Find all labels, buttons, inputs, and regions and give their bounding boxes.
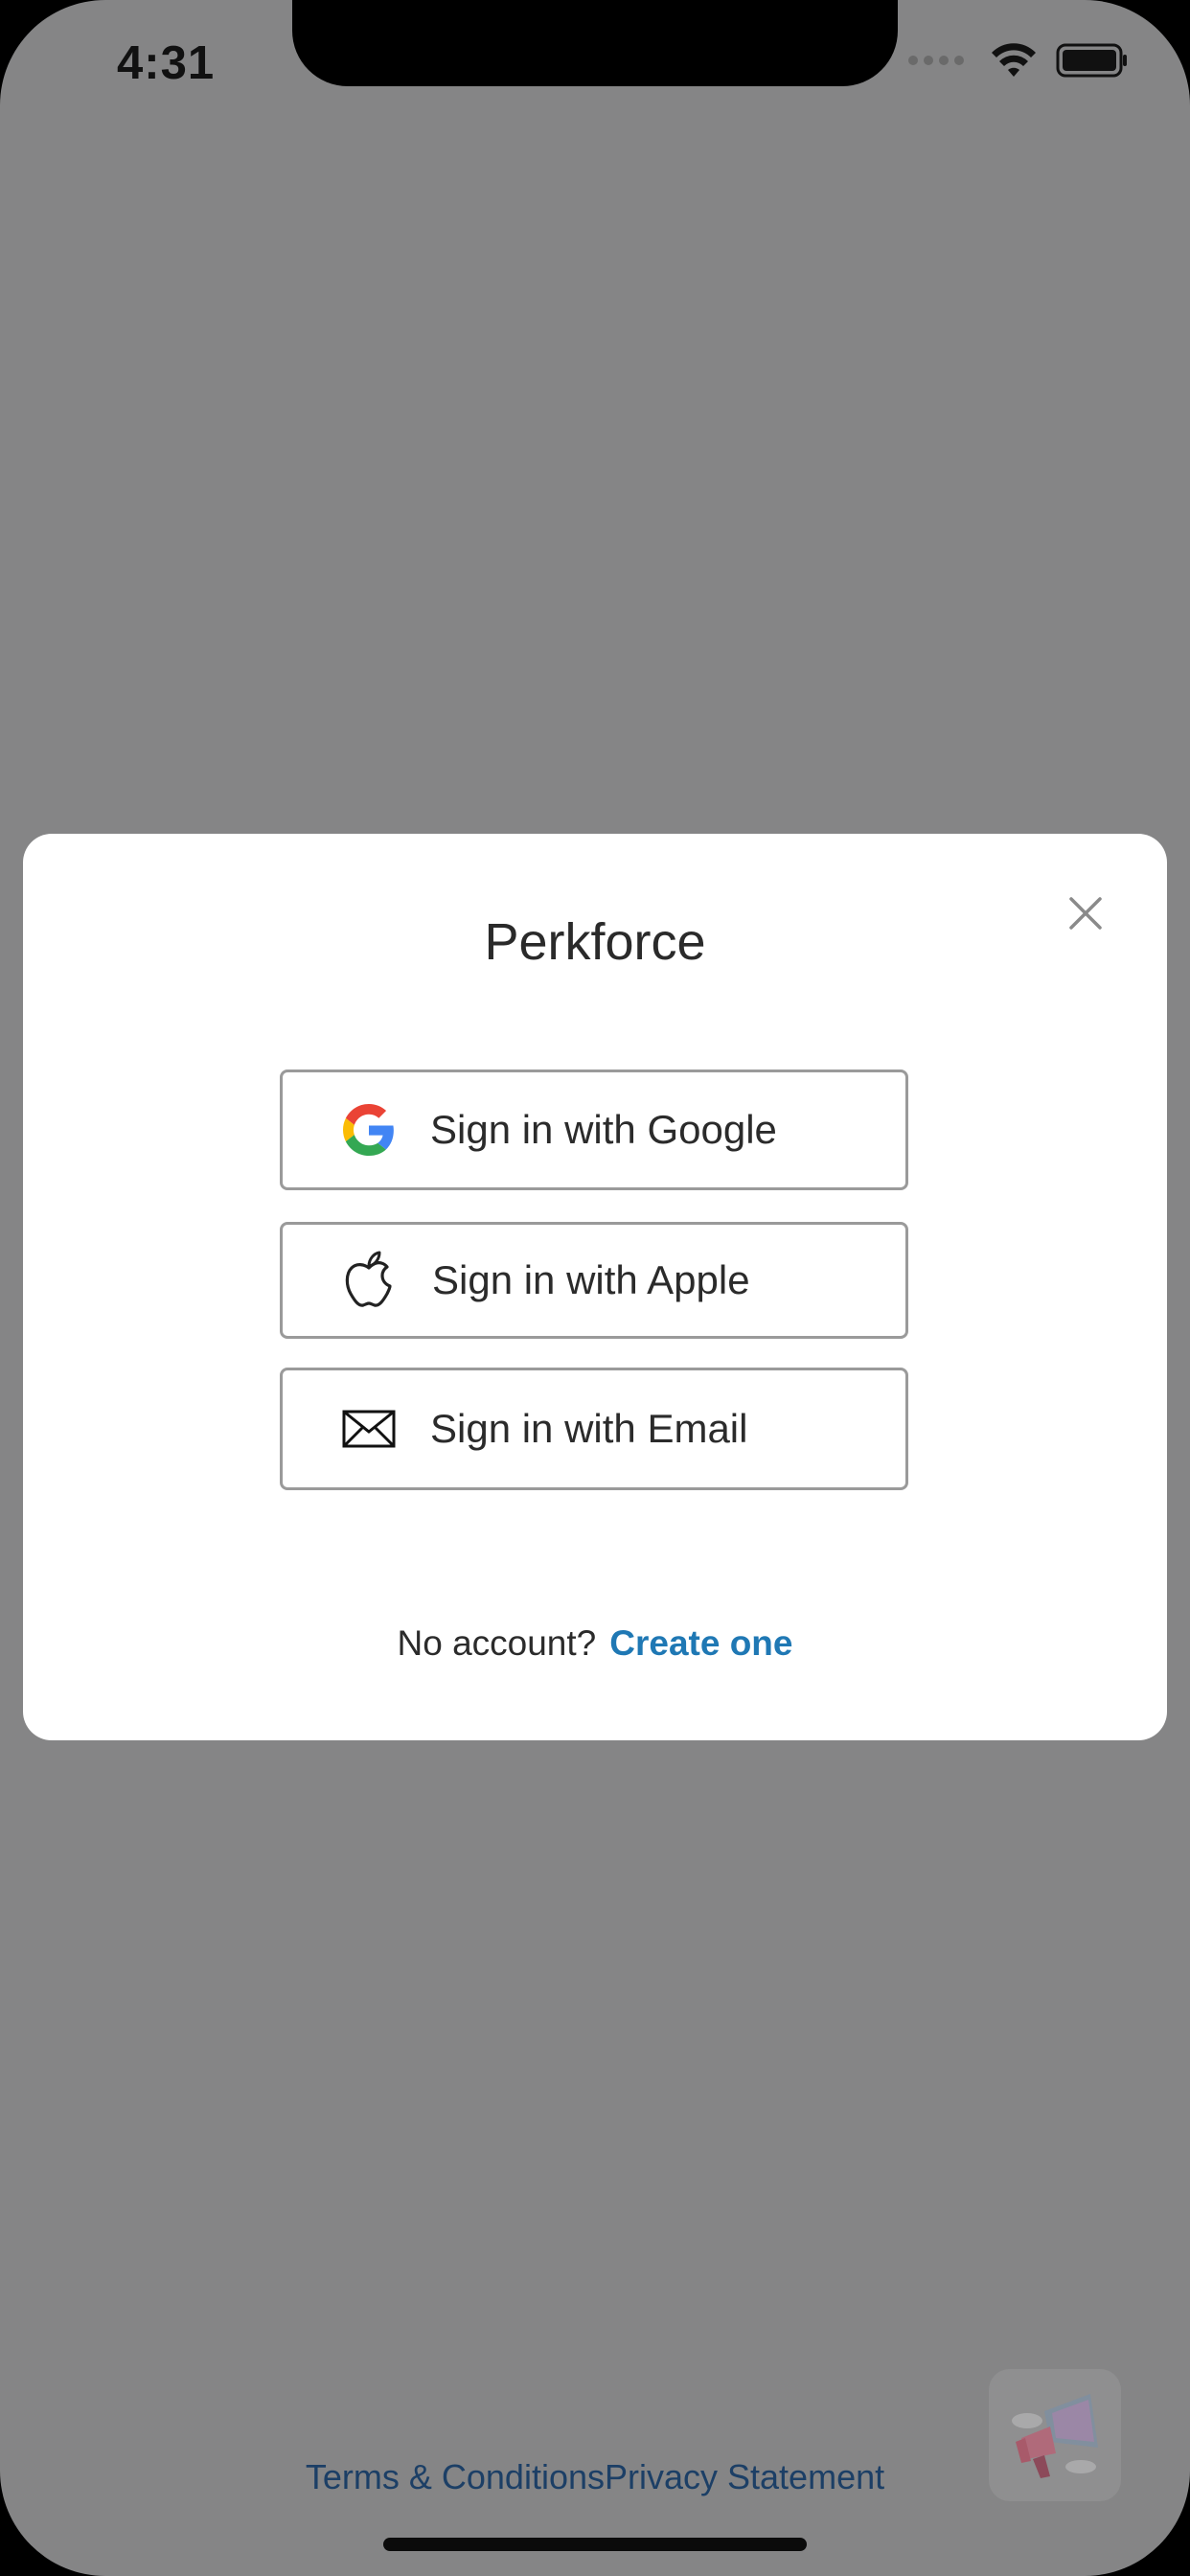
- no-account-text: No account?: [397, 1623, 597, 1663]
- close-icon: [1069, 897, 1102, 930]
- megaphone-icon: [1012, 2394, 1098, 2478]
- create-account-link[interactable]: Create one: [609, 1623, 792, 1663]
- modal-title: Perkforce: [484, 913, 706, 971]
- sign-in-google-label: Sign in with Google: [430, 1107, 777, 1152]
- notch: [292, 0, 898, 86]
- apple-icon: [340, 1251, 398, 1309]
- sign-in-apple-button[interactable]: Sign in with Apple: [280, 1222, 908, 1339]
- google-icon: [340, 1101, 398, 1159]
- envelope-icon: [340, 1400, 398, 1458]
- no-account-row: No account? Create one: [0, 1623, 1190, 1664]
- sign-in-email-label: Sign in with Email: [430, 1406, 748, 1451]
- sign-in-email-button[interactable]: Sign in with Email: [280, 1368, 908, 1490]
- status-time: 4:31: [117, 37, 216, 89]
- sign-in-apple-label: Sign in with Apple: [432, 1257, 750, 1302]
- close-button[interactable]: [1064, 891, 1108, 935]
- signal-icon: [908, 56, 964, 65]
- home-indicator: [383, 2538, 807, 2551]
- terms-link[interactable]: Terms & Conditions: [306, 2457, 605, 2496]
- announcements-button[interactable]: [989, 2369, 1121, 2501]
- battery-icon: [1056, 43, 1127, 78]
- status-icons: [908, 42, 1129, 79]
- sign-in-google-button[interactable]: Sign in with Google: [280, 1070, 908, 1190]
- privacy-link[interactable]: Privacy Statement: [605, 2457, 884, 2496]
- wifi-icon: [992, 43, 1036, 77]
